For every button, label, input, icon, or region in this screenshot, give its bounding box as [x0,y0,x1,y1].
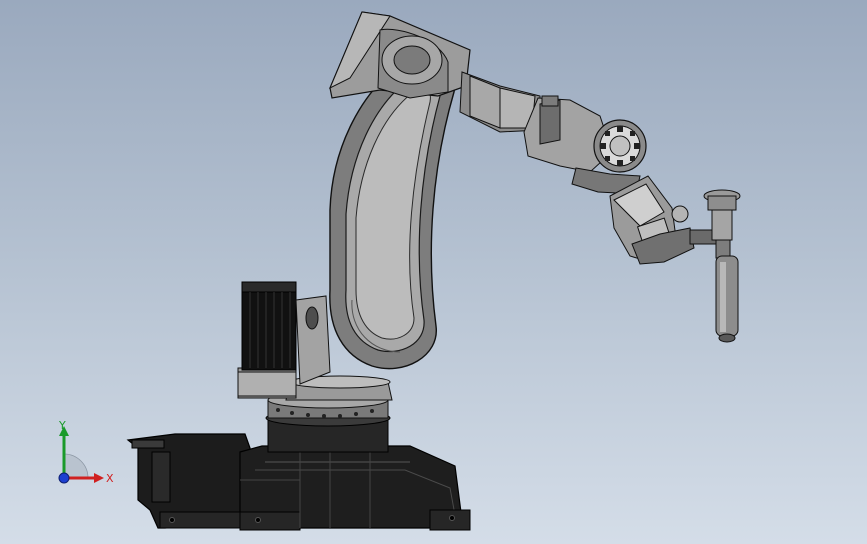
forearm[interactable] [459,71,613,173]
y-axis-label: Y [58,420,66,432]
tool-flange[interactable] [609,175,695,265]
graphics-viewport[interactable] [0,0,867,544]
axis-motor[interactable] [237,281,297,399]
lower-arm[interactable] [329,51,457,370]
welding-torch[interactable] [689,189,741,343]
shoulder-bracket[interactable] [295,295,331,385]
coordinate-triad: Y X [58,420,114,485]
x-axis-label: X [106,472,114,485]
z-axis-dot [58,472,70,484]
upper-arm-housing[interactable] [329,11,471,99]
x-axis-arrowhead [94,473,104,483]
